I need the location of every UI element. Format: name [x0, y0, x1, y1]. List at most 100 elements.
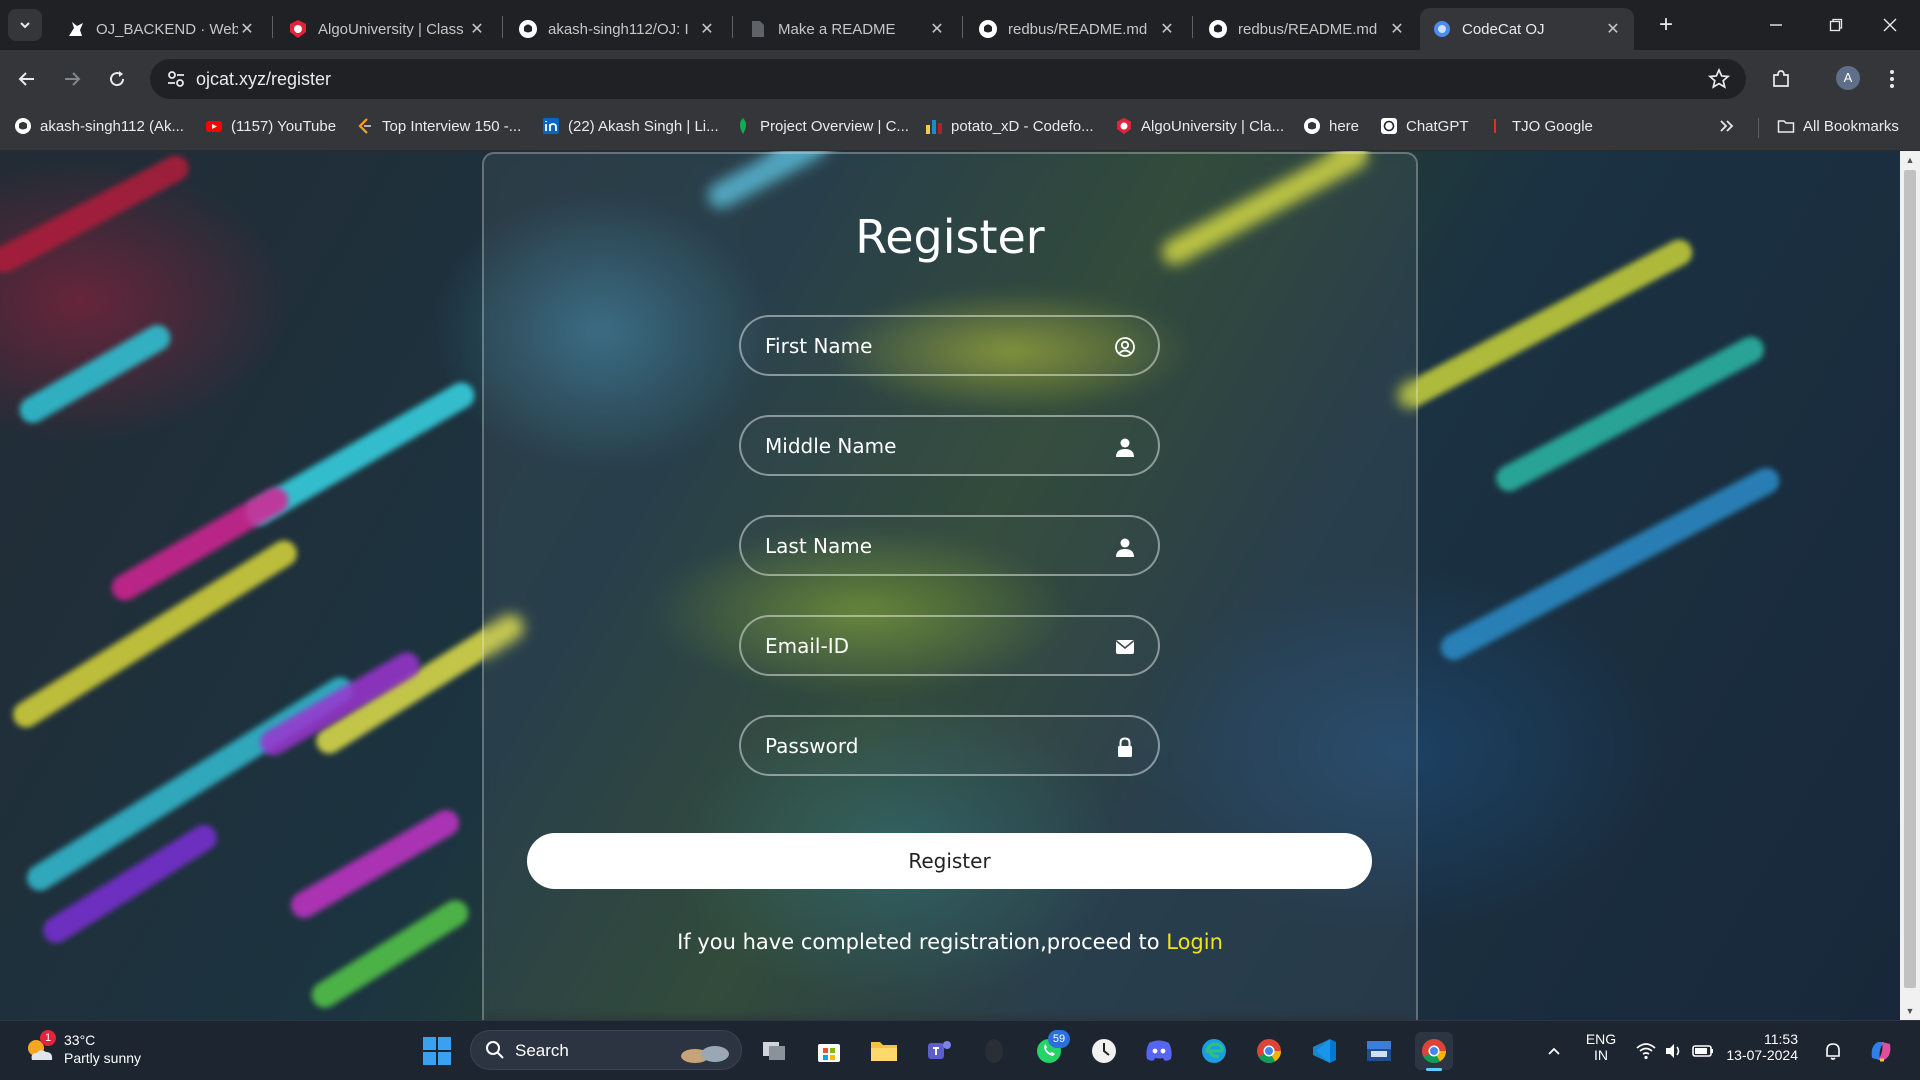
last-name-field[interactable]	[739, 515, 1160, 576]
reload-button[interactable]	[100, 62, 134, 96]
tab-algouniversity[interactable]: AlgoUniversity | Class ✕	[276, 8, 498, 50]
email-input[interactable]	[765, 617, 1105, 674]
close-icon[interactable]: ✕	[1388, 19, 1406, 39]
tab-separator	[732, 16, 733, 38]
tab-separator	[962, 16, 963, 38]
taskbar-search-box[interactable]: Search	[470, 1030, 742, 1070]
address-url[interactable]: ojcat.xyz/register	[196, 69, 331, 90]
extensions-button[interactable]	[1765, 63, 1797, 95]
scrollbar-thumb[interactable]	[1904, 170, 1916, 988]
clock-app-button[interactable]	[1085, 1032, 1123, 1070]
double-chevron-right-icon	[1720, 120, 1734, 132]
vscode-button[interactable]	[1305, 1032, 1343, 1070]
quick-settings-button[interactable]	[1630, 1032, 1720, 1070]
site-settings-icon[interactable]	[165, 68, 187, 90]
language-indicator[interactable]: ENG IN	[1580, 1031, 1622, 1063]
windows-logo-icon	[423, 1037, 451, 1065]
clock-widget[interactable]: 11:53 13-07-2024	[1722, 1031, 1798, 1063]
close-icon[interactable]: ✕	[1604, 19, 1622, 39]
copilot-button[interactable]	[1862, 1032, 1900, 1070]
tab-make-readme[interactable]: Make a README ✕	[736, 8, 958, 50]
minimize-button[interactable]	[1746, 0, 1806, 50]
first-name-field[interactable]	[739, 315, 1160, 376]
dev-cpp-icon	[1367, 1041, 1391, 1061]
show-hidden-icons-button[interactable]	[1535, 1032, 1573, 1070]
tab-title: Make a README	[778, 20, 896, 38]
middle-name-field[interactable]	[739, 415, 1160, 476]
bookmark-leetcode[interactable]: Top Interview 150 -...	[356, 114, 521, 138]
tab-github-oj[interactable]: akash-singh112/OJ: I ✕	[506, 8, 728, 50]
register-card	[482, 152, 1418, 1032]
bookmark-star-button[interactable]	[1704, 64, 1734, 94]
first-name-input[interactable]	[765, 317, 1105, 374]
bookmark-linkedin[interactable]: (22) Akash Singh | Li...	[542, 114, 719, 138]
middle-name-input[interactable]	[765, 417, 1105, 474]
whatsapp-button[interactable]: 59	[1030, 1030, 1070, 1070]
forward-button[interactable]	[55, 62, 89, 96]
tab-oj-backend[interactable]: OJ_BACKEND · Web ✕	[54, 8, 268, 50]
tab-redbus-readme-2[interactable]: redbus/README.md ✕	[1196, 8, 1418, 50]
vscode-icon	[1313, 1039, 1336, 1063]
start-button[interactable]	[418, 1032, 456, 1070]
password-input[interactable]	[765, 717, 1105, 774]
arrow-left-icon	[18, 72, 34, 86]
browser-menu-button[interactable]	[1876, 63, 1908, 95]
discord-button[interactable]	[1140, 1032, 1178, 1070]
mongodb-leaf-icon	[740, 118, 746, 134]
file-explorer-button[interactable]	[865, 1032, 903, 1070]
bookmark-here[interactable]: here	[1303, 114, 1359, 138]
bookmark-codeforces[interactable]: potato_xD - Codefo...	[925, 114, 1094, 138]
scroll-down-arrow[interactable]: ▼	[1900, 1003, 1920, 1019]
close-icon[interactable]: ✕	[928, 19, 946, 39]
teams-button[interactable]	[920, 1032, 958, 1070]
reload-icon	[110, 71, 125, 87]
user-icon	[1116, 538, 1134, 557]
scroll-up-arrow[interactable]: ▲	[1900, 152, 1920, 168]
bookmark-tjo-google[interactable]: TJO Google	[1486, 114, 1593, 138]
restore-button[interactable]	[1806, 0, 1866, 50]
edge-button[interactable]	[1195, 1032, 1233, 1070]
close-window-button[interactable]	[1860, 0, 1920, 50]
chrome-active-button[interactable]	[1415, 1032, 1453, 1071]
register-button[interactable]: Register	[527, 833, 1372, 889]
close-icon[interactable]: ✕	[698, 19, 716, 39]
bookmarks-overflow-button[interactable]	[1718, 114, 1734, 138]
lock-icon	[1118, 737, 1132, 757]
profile-avatar[interactable]: A	[1836, 66, 1860, 90]
close-icon[interactable]: ✕	[468, 19, 486, 39]
close-icon	[1883, 18, 1897, 32]
discord-icon	[1146, 1040, 1172, 1061]
bookmark-youtube[interactable]: (1157) YouTube	[205, 114, 336, 138]
active-app-indicator	[1426, 1068, 1442, 1071]
notifications-button[interactable]	[1816, 1032, 1850, 1070]
clock-icon	[1092, 1039, 1116, 1063]
close-icon[interactable]: ✕	[238, 19, 256, 39]
devcpp-button[interactable]	[1360, 1032, 1398, 1070]
dark-app-button[interactable]	[975, 1032, 1013, 1070]
last-name-input[interactable]	[765, 517, 1105, 574]
leetcode-icon	[358, 118, 371, 134]
all-bookmarks-button[interactable]: All Bookmarks	[1777, 114, 1899, 138]
language-code: ENG	[1585, 1031, 1617, 1047]
back-button[interactable]	[10, 62, 44, 96]
battery-icon	[1692, 1045, 1713, 1057]
folder-icon	[1777, 120, 1795, 133]
bookmark-algouniversity[interactable]: AlgoUniversity | Cla...	[1115, 114, 1284, 138]
tab-title: CodeCat OJ	[1462, 20, 1545, 38]
tab-codecat-oj[interactable]: CodeCat OJ ✕	[1420, 8, 1634, 50]
address-bar[interactable]	[150, 59, 1746, 99]
close-icon[interactable]: ✕	[1158, 19, 1176, 39]
password-field[interactable]	[739, 715, 1160, 776]
login-link[interactable]: Login	[1166, 930, 1223, 954]
weather-widget[interactable]: 1 33°C Partly sunny	[22, 1030, 162, 1072]
tab-search-button[interactable]	[8, 9, 42, 41]
bookmark-github-profile[interactable]: akash-singh112 (Ak...	[14, 114, 184, 138]
microsoft-store-button[interactable]	[810, 1032, 848, 1070]
chrome-button[interactable]	[1250, 1032, 1288, 1070]
bookmark-mongodb-project[interactable]: Project Overview | C...	[734, 114, 909, 138]
task-view-button[interactable]	[755, 1032, 793, 1070]
tab-redbus-readme-1[interactable]: redbus/README.md ✕	[966, 8, 1188, 50]
email-field[interactable]	[739, 615, 1160, 676]
bookmark-chatgpt[interactable]: ChatGPT	[1380, 114, 1469, 138]
new-tab-button[interactable]: +	[1652, 12, 1680, 40]
